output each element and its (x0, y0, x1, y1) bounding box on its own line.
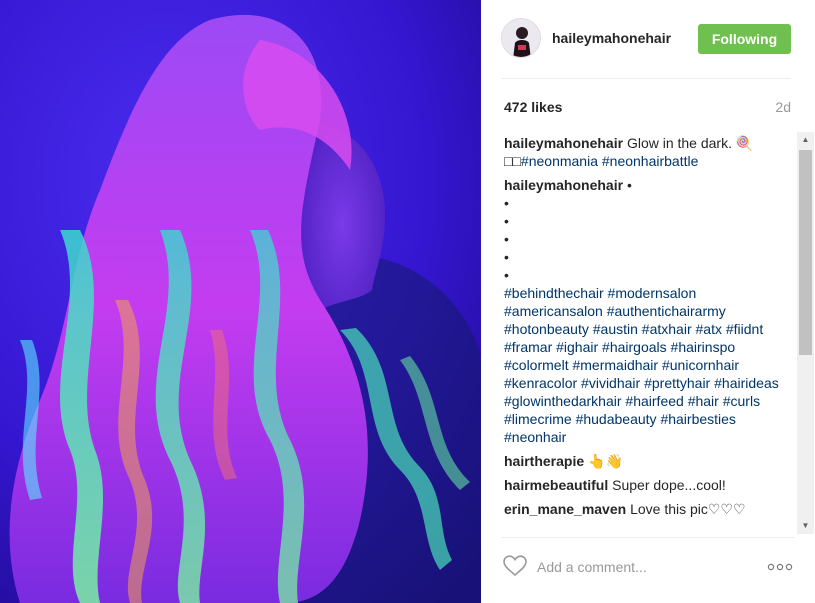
comment-text: Super dope...cool! (612, 477, 726, 493)
hashtag-link[interactable]: #fiidnt (726, 321, 763, 337)
neon-hair-photo (0, 0, 481, 603)
bullet-line: • (504, 267, 509, 283)
user-avatar[interactable] (501, 18, 541, 58)
hashtag-link[interactable]: #neonhair (504, 429, 566, 445)
scroll-thumb[interactable] (799, 150, 812, 355)
hashtag-link[interactable]: #neonhairbattle (602, 153, 699, 169)
hashtag-link[interactable]: #colormelt (504, 357, 569, 373)
hashtag-link[interactable]: #behindthechair (504, 285, 604, 301)
bullet-line: • (504, 213, 509, 229)
hashtag-link[interactable]: #prettyhair (644, 375, 710, 391)
post-header: haileymahonehair Following (481, 0, 815, 79)
comment: hairmebeautiful Super dope...cool! (504, 476, 794, 494)
hashtag-link[interactable]: #hairgoals (602, 339, 667, 355)
comment: haileymahonehair • • • • • • #behindthec… (504, 176, 794, 446)
comment-username[interactable]: haileymahonehair (504, 177, 623, 193)
hashtag-link[interactable]: #hotonbeauty (504, 321, 589, 337)
hashtag-link[interactable]: #vividhair (581, 375, 640, 391)
hashtag-link[interactable]: #glowinthedarkhair (504, 393, 622, 409)
comment: erin_mane_maven Love this pic♡♡♡ (504, 500, 794, 518)
instagram-post-modal: haileymahonehair Following 472 likes 2d … (0, 0, 815, 603)
following-button[interactable]: Following (698, 24, 791, 54)
comment-username[interactable]: hairtherapie (504, 453, 584, 469)
heart-icon[interactable] (503, 555, 527, 577)
avatar-image (502, 19, 540, 57)
bullet-line: • (504, 249, 509, 265)
hashtag-link[interactable]: #hair (688, 393, 719, 409)
more-options-icon (767, 563, 793, 571)
hashtag-link[interactable]: #hairbesties (660, 411, 736, 427)
comments-scrollbar[interactable]: ▲ ▼ (797, 132, 814, 534)
hashtag-link[interactable]: #curls (723, 393, 760, 409)
caption-tags: □□#neonmania #neonhairbattle (504, 153, 698, 169)
post-details-panel: haileymahonehair Following 472 likes 2d … (481, 0, 815, 603)
hashtag-link[interactable]: #framar (504, 339, 552, 355)
hashtag-link[interactable]: #modernsalon (608, 285, 697, 301)
caption-text: Glow in the dark. 🍭 (626, 135, 754, 151)
caption-line-prefix: □□ (504, 153, 521, 169)
comment-hashtags: #behindthechair #modernsalon #americansa… (504, 284, 794, 446)
post-username[interactable]: haileymahonehair (552, 30, 671, 46)
hashtag-link[interactable]: #atx (696, 321, 722, 337)
hashtag-link[interactable]: #neonmania (521, 153, 598, 169)
comments-list[interactable]: haileymahonehair Glow in the dark. 🍭 □□#… (504, 134, 794, 537)
hashtag-link[interactable]: #limecrime (504, 411, 572, 427)
hashtag-link[interactable]: #atxhair (642, 321, 692, 337)
comment-text: Love this pic♡♡♡ (630, 501, 746, 517)
hashtag-link[interactable]: #austin (593, 321, 638, 337)
header-divider (501, 78, 791, 79)
post-age[interactable]: 2d (775, 99, 791, 115)
hashtag-link[interactable]: #hudabeauty (576, 411, 657, 427)
hashtag-link[interactable]: #hairinspo (671, 339, 736, 355)
heart-outline-icon (503, 555, 527, 577)
hashtag-link[interactable]: #mermaidhair (572, 357, 658, 373)
hashtag-link[interactable]: #authentichairarmy (607, 303, 726, 319)
hashtag-link[interactable]: #ighair (556, 339, 598, 355)
comment: hairtherapie 👆👋 (504, 452, 794, 470)
ellipsis-icon[interactable] (767, 560, 793, 572)
hashtag-link[interactable]: #unicornhair (662, 357, 739, 373)
comment-username[interactable]: hairmebeautiful (504, 477, 608, 493)
likes-count[interactable]: 472 likes (504, 99, 562, 115)
bullet-line: • (504, 231, 509, 247)
caption-username[interactable]: haileymahonehair (504, 135, 623, 151)
add-comment-input[interactable] (537, 556, 757, 578)
scroll-up-arrow-icon[interactable]: ▲ (797, 132, 814, 148)
comment-text: 👆👋 (588, 453, 623, 469)
caption: haileymahonehair Glow in the dark. 🍭 □□#… (504, 134, 794, 170)
comment-text: • (626, 177, 632, 193)
footer-divider (501, 537, 795, 538)
bullet-line: • (504, 195, 509, 211)
scroll-down-arrow-icon[interactable]: ▼ (797, 518, 814, 534)
post-photo[interactable] (0, 0, 481, 603)
hashtag-link[interactable]: #americansalon (504, 303, 603, 319)
hashtag-link[interactable]: #kenracolor (504, 375, 577, 391)
hashtag-link[interactable]: #hairfeed (625, 393, 683, 409)
hashtag-link[interactable]: #hairideas (714, 375, 779, 391)
comment-username[interactable]: erin_mane_maven (504, 501, 626, 517)
